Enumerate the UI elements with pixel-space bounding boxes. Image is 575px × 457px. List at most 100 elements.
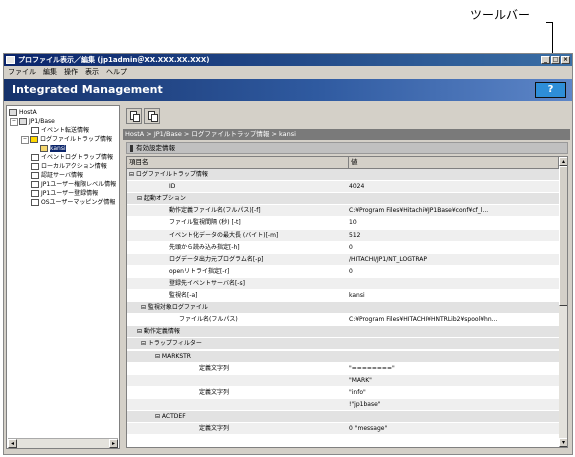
row-name: 定義文字列 (199, 388, 230, 396)
row-value: 10 (349, 219, 357, 227)
product-icon (19, 118, 27, 125)
settings-table: 項目名 値 ⊟ ログファイルトラップ情報 ID 4024 ⊟ 起動オプション動作定義フ… (126, 156, 568, 448)
tree-item-logfile-trap[interactable]: − ログファイルトラップ情報 (21, 135, 112, 144)
menu-edit[interactable]: 編集 (43, 68, 57, 76)
scroll-thumb[interactable] (559, 166, 567, 306)
scroll-down-icon[interactable]: ▾ (559, 438, 567, 447)
row-name: 定義文字列 (199, 364, 230, 372)
row-value: "info" (349, 388, 366, 396)
table-row[interactable]: 定義文字列 "info" (127, 387, 559, 398)
scroll-left-icon[interactable]: ◂ (8, 439, 17, 448)
row-value: 0 (349, 267, 353, 275)
table-row[interactable]: 動作定義ファイル名(フルパス)[-f] C:¥Program Files¥Hita… (127, 205, 559, 217)
table-row[interactable]: 登録先イベントサーバ名[-s] (127, 277, 559, 289)
table-row[interactable]: ⊟ ACTDEF (127, 411, 559, 422)
app-icon (6, 56, 15, 64)
tree-item-jp1base[interactable]: − JP1/Base (10, 117, 55, 126)
section-marker (130, 144, 133, 152)
tree-item-auth-server[interactable]: 認証サーバ情報 (31, 171, 83, 180)
tree-item-os-user-mapping[interactable]: OSユーザーマッピング情報 (31, 198, 115, 207)
tree-item-local-action[interactable]: ローカルアクション情報 (31, 162, 107, 171)
row-value: !"jp1base" (349, 400, 381, 408)
row-name: openリトライ指定[-r] (169, 267, 230, 275)
table-row[interactable]: ファイル名(フルパス) C:¥Program Files¥HITACHI¥HNTR… (127, 314, 559, 325)
row-name: ⊟ トラップフィルター (141, 340, 202, 348)
row-name: ⊟ MARKSTR (155, 352, 191, 360)
toolbar-button-view[interactable] (126, 108, 142, 124)
help-button[interactable]: ? (535, 82, 566, 98)
table-row[interactable]: ID 4024 (127, 181, 559, 193)
document-icon (31, 199, 39, 206)
row-value: 4024 (349, 183, 365, 191)
row-name: 登録先イベントサーバ名[-s] (169, 279, 245, 287)
table-row[interactable]: 先頭から読み込み指定[-h] 0 (127, 242, 559, 253)
tree-item-event-forwarding[interactable]: イベント転送情報 (31, 126, 89, 135)
row-name: ⊟ 動作定義情報 (137, 328, 180, 336)
detail-panel: HostA > JP1/Base > ログファイルトラップ情報 > kansi … (123, 105, 570, 449)
row-name: ⊟ 起動オプション (137, 195, 186, 203)
table-row[interactable]: ⊟ 起動オプション (127, 193, 559, 205)
menu-file[interactable]: ファイル (8, 68, 36, 76)
row-name: 定義文字列 (199, 425, 230, 433)
document-icon (133, 114, 140, 122)
table-row[interactable]: イベント化データの最大長 (バイト)[-m] 512 (127, 229, 559, 241)
row-name: ログデータ出力元プログラム名[-p] (169, 255, 264, 263)
app-window: プロファイル表示／編集 (jp1admin＠XX.XXX.XX.XXX) _ □… (3, 53, 573, 455)
menu-operation[interactable]: 操作 (64, 68, 78, 76)
column-header-name[interactable]: 項目名 (127, 157, 349, 168)
vertical-scrollbar[interactable]: ▴ ▾ (559, 157, 567, 447)
host-icon (9, 109, 17, 116)
copy-icon (151, 114, 158, 122)
table-row[interactable]: openリトライ指定[-r] 0 (127, 266, 559, 277)
table-row[interactable]: ⊟ 監視対象ログファイル (127, 302, 559, 314)
table-row[interactable]: ファイル監視間隔 (秒) [-t] 10 (127, 217, 559, 228)
document-icon (31, 181, 39, 188)
window-title: プロファイル表示／編集 (jp1admin＠XX.XXX.XX.XXX) (18, 56, 210, 64)
table-row[interactable]: ログデータ出力元プログラム名[-p] /HITACHI/JP1/NT_LOGTRA… (127, 253, 559, 265)
section-header: 有効設定情報 (126, 142, 568, 154)
table-row[interactable]: ⊟ ログファイルトラップ情報 (127, 169, 559, 180)
scroll-right-icon[interactable]: ▸ (109, 439, 118, 448)
table-row[interactable]: !"jp1base" (127, 398, 559, 410)
tree-item-kansi[interactable]: kansi (40, 144, 66, 153)
table-row[interactable]: 定義文字列 0 "message" (127, 423, 559, 435)
banner: Integrated Management ? (4, 79, 572, 101)
row-value: "MARK" (349, 376, 372, 384)
tree-item-eventlog-trap[interactable]: イベントログトラップ情報 (31, 153, 113, 162)
status-bar (4, 451, 572, 454)
menu-view[interactable]: 表示 (85, 68, 99, 76)
table-row[interactable]: 定義文字列 "========" (127, 363, 559, 374)
row-value: C:¥Program Files¥HITACHI¥HNTRLib2¥spool¥… (349, 316, 498, 324)
table-row[interactable]: ⊟ 動作定義情報 (127, 326, 559, 338)
column-header-value[interactable]: 値 (349, 157, 559, 168)
tree-item-hosta[interactable]: HostA (9, 108, 37, 117)
row-name: ⊟ 監視対象ログファイル (141, 304, 208, 312)
row-name: 監視名[-a] (169, 292, 198, 299)
tree-horizontal-scrollbar[interactable]: ◂ ▸ (8, 438, 118, 448)
row-value: 0 "message" (349, 425, 388, 433)
collapse-icon[interactable]: − (10, 117, 18, 126)
minimize-button[interactable]: _ (541, 56, 550, 64)
table-row[interactable]: "MARK" (127, 374, 559, 386)
row-value: kansi (349, 292, 365, 299)
table-header: 項目名 値 (127, 157, 559, 169)
table-row[interactable]: ⊟ トラップフィルター (127, 338, 559, 350)
toolbar-button-copy[interactable] (144, 108, 160, 124)
tree-item-jp1-permission[interactable]: JP1ユーザー権限レベル情報 (31, 180, 116, 189)
row-name: ⊟ ACTDEF (155, 413, 186, 420)
row-value: /HITACHI/JP1/NT_LOGTRAP (349, 255, 427, 263)
maximize-button[interactable]: □ (551, 56, 560, 64)
banner-title: Integrated Management (12, 83, 163, 96)
monitor-icon (40, 145, 48, 152)
close-button[interactable]: × (561, 56, 570, 64)
document-icon (31, 163, 39, 170)
tree-item-jp1-user-registration[interactable]: JP1ユーザー登録情報 (31, 189, 98, 198)
collapse-icon[interactable]: − (21, 135, 29, 144)
menu-bar: ファイル 編集 操作 表示 ヘルプ (4, 66, 572, 79)
table-row[interactable]: 監視名[-a] kansi (127, 290, 559, 301)
scroll-up-icon[interactable]: ▴ (559, 157, 567, 166)
menu-help[interactable]: ヘルプ (106, 68, 127, 76)
table-row[interactable]: ⊟ MARKSTR (127, 350, 559, 362)
row-name: ID (169, 183, 176, 191)
title-bar: プロファイル表示／編集 (jp1admin＠XX.XXX.XX.XXX) _ □… (4, 54, 572, 66)
